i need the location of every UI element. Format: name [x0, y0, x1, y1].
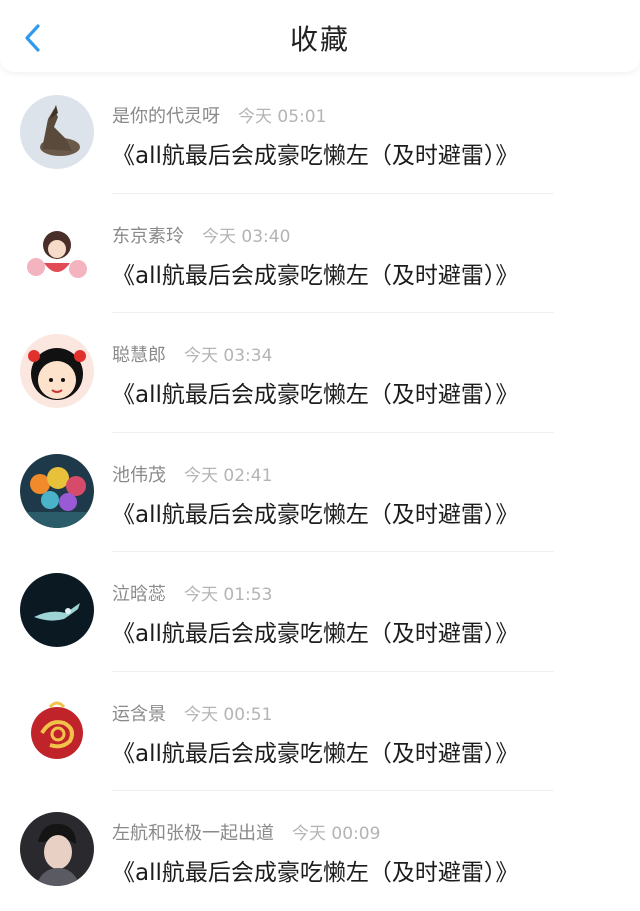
username: 池伟茂 — [112, 464, 166, 486]
post-title[interactable]: 《all航最后会成豪吃懒左（及时避雷）》 — [112, 136, 518, 170]
page-title: 收藏 — [289, 23, 350, 56]
item-meta: 运含景 今天 00:51 — [112, 700, 272, 726]
anime-girl-avatar-icon — [20, 214, 94, 289]
avatar[interactable] — [20, 573, 94, 647]
username: 运含景 — [112, 703, 166, 725]
username: 左航和张极一起出道 — [112, 823, 274, 844]
avatar[interactable] — [20, 692, 94, 767]
avatar[interactable] — [20, 214, 94, 289]
portrait-avatar-icon — [20, 812, 94, 886]
post-title[interactable]: 《all航最后会成豪吃懒左（及时避雷）》 — [112, 495, 518, 529]
list-item[interactable]: 东京素玲 今天 03:40 《all航最后会成豪吃懒左（及时避雷）》 — [0, 194, 640, 313]
balloons-avatar-icon — [20, 453, 94, 528]
timestamp: 今天 03:34 — [184, 346, 273, 366]
list-item[interactable]: 左航和张极一起出道 今天 00:09 《all航最后会成豪吃懒左（及时避雷）》 — [0, 791, 640, 911]
list-item[interactable]: 运含景 今天 00:51 《all航最后会成豪吃懒左（及时避雷）》 — [0, 672, 640, 791]
username: 聪慧郎 — [112, 345, 166, 366]
username: 泣晗蕊 — [112, 584, 166, 605]
post-title[interactable]: 《all航最后会成豪吃懒左（及时避雷）》 — [112, 256, 518, 290]
red-emblem-avatar-icon — [20, 692, 94, 767]
timestamp: 今天 00:51 — [184, 704, 273, 725]
timestamp: 今天 01:53 — [184, 585, 273, 605]
item-meta: 东京素玲 今天 03:40 — [112, 222, 290, 248]
list-item[interactable]: 聪慧郎 今天 03:34 《all航最后会成豪吃懒左（及时避雷）》 — [0, 313, 640, 433]
username: 东京素玲 — [112, 225, 184, 247]
item-meta: 左航和张极一起出道 今天 00:09 — [112, 819, 380, 845]
item-meta: 池伟茂 今天 02:41 — [112, 461, 272, 487]
post-title[interactable]: 《all航最后会成豪吃懒左（及时避雷）》 — [112, 375, 518, 409]
post-title[interactable]: 《all航最后会成豪吃懒左（及时避雷）》 — [112, 853, 518, 887]
avatar[interactable] — [20, 812, 94, 886]
cartoon-girl-avatar-icon — [20, 334, 94, 408]
avatar[interactable] — [20, 95, 94, 169]
top-bar: 收藏 — [0, 0, 640, 72]
post-title[interactable]: 《all航最后会成豪吃懒左（及时避雷）》 — [112, 734, 518, 768]
timestamp: 今天 03:40 — [202, 226, 291, 247]
item-meta: 聪慧郎 今天 03:34 — [112, 341, 272, 367]
post-title[interactable]: 《all航最后会成豪吃懒左（及时避雷）》 — [112, 614, 518, 648]
list-item[interactable]: 泣晗蕊 今天 01:53 《all航最后会成豪吃懒左（及时避雷）》 — [0, 552, 640, 672]
favorites-list: 是你的代灵呀 今天 05:01 《all航最后会成豪吃懒左（及时避雷）》 东京素玲… — [0, 74, 640, 911]
timestamp: 今天 05:01 — [238, 107, 327, 127]
item-meta: 是你的代灵呀 今天 05:01 — [112, 102, 326, 128]
wolf-avatar-icon — [20, 95, 94, 169]
dark-figure-avatar-icon — [20, 573, 94, 647]
item-meta: 泣晗蕊 今天 01:53 — [112, 580, 272, 606]
timestamp: 今天 02:41 — [184, 465, 273, 486]
username: 是你的代灵呀 — [112, 106, 220, 127]
avatar[interactable] — [20, 453, 94, 528]
list-item[interactable]: 是你的代灵呀 今天 05:01 《all航最后会成豪吃懒左（及时避雷）》 — [0, 74, 640, 194]
avatar[interactable] — [20, 334, 94, 408]
timestamp: 今天 00:09 — [292, 824, 381, 844]
list-item[interactable]: 池伟茂 今天 02:41 《all航最后会成豪吃懒左（及时避雷）》 — [0, 433, 640, 552]
